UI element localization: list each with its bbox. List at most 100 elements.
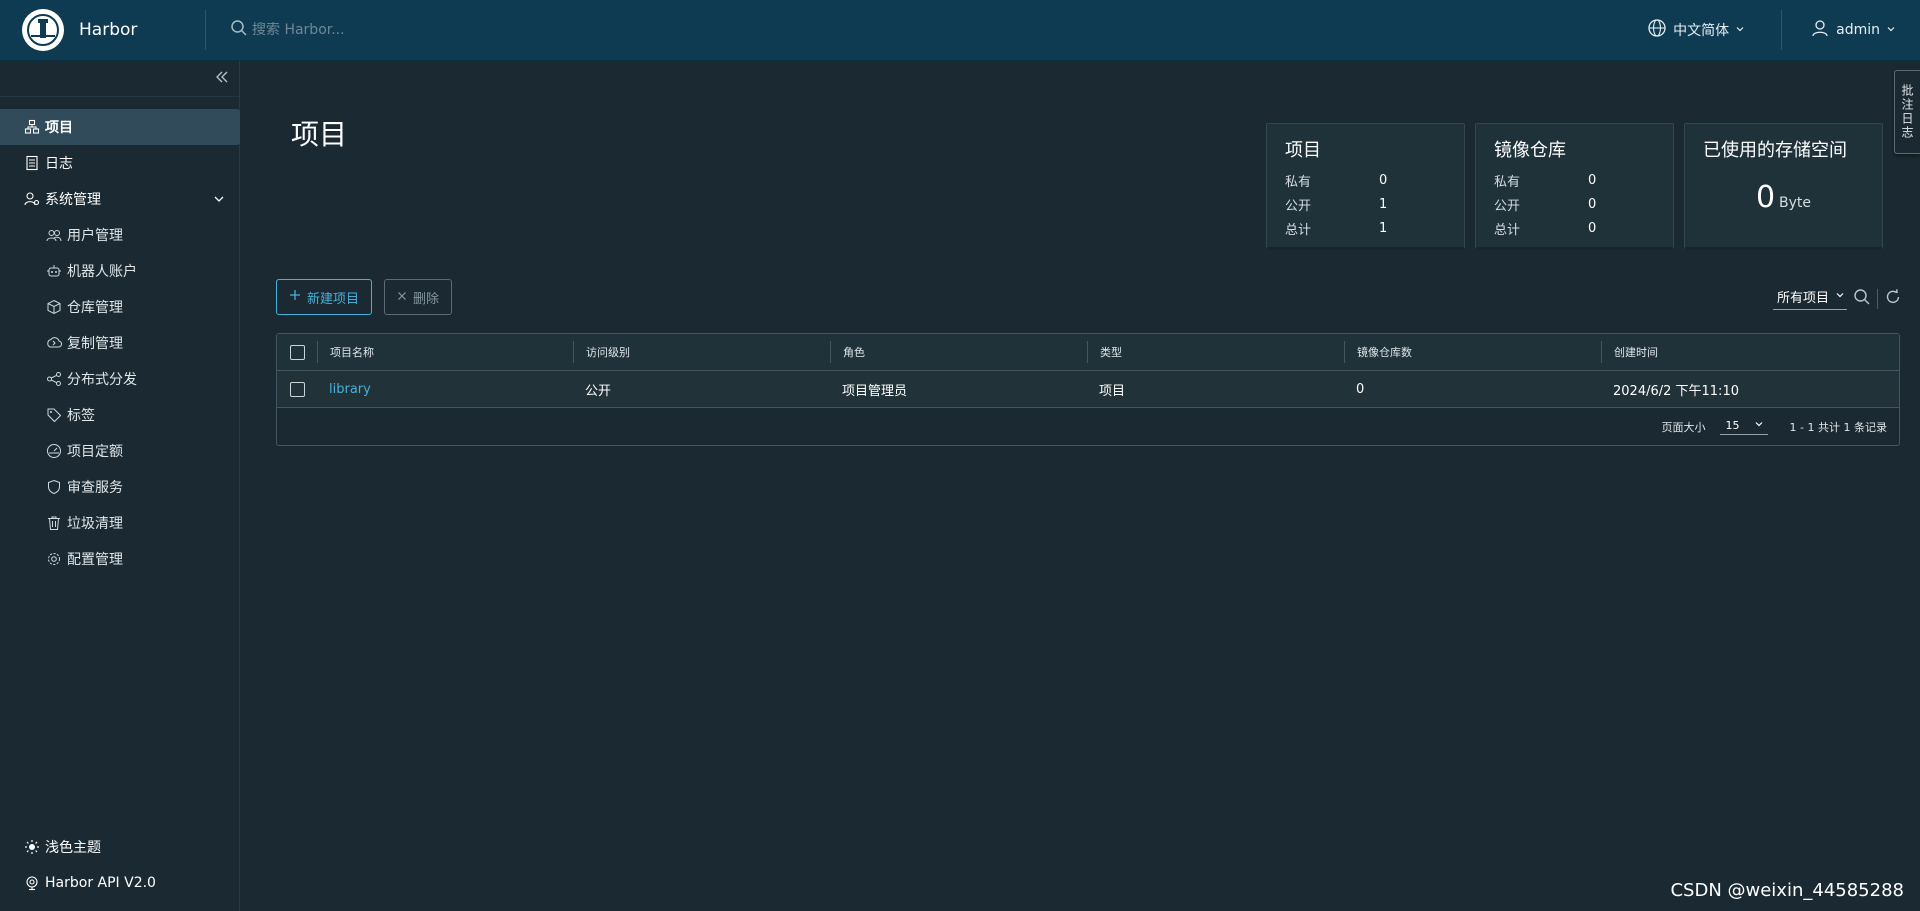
select-all-checkbox[interactable] [289,344,305,360]
chevron-down-icon [1886,22,1896,38]
sidebar-bottom: 浅色主题 Harbor API V2.0 [0,829,240,901]
sidebar-item-projects[interactable]: 项目 [0,109,240,145]
quota-icon [46,443,62,459]
sun-icon [24,839,40,855]
sidebar-item-quotas[interactable]: 项目定额 [0,433,239,469]
row-checkbox[interactable] [289,381,305,397]
brand[interactable]: Harbor [0,9,205,51]
sidebar-item-label: 项目定额 [67,444,123,460]
row-select-cell [277,371,317,407]
sidebar-item-label: 垃圾清理 [67,516,123,532]
search-icon[interactable] [1853,288,1871,310]
card-row: 私有 0 [1285,168,1446,192]
project-name-link[interactable]: library [317,371,573,407]
card-row: 公开 1 [1285,192,1446,216]
sidebar-item-label: 项目 [45,120,73,136]
column-header-name[interactable]: 项目名称 [317,341,573,363]
column-header-repo-count[interactable]: 镜像仓库数 [1344,341,1601,363]
globe-icon [1647,18,1667,42]
column-header-access[interactable]: 访问级别 [573,341,830,363]
sidebar-item-distributions[interactable]: 分布式分发 [0,361,239,397]
admin-icon [24,191,40,207]
table-row: library 公开 项目管理员 项目 0 2024/6/2 下午11:10 [277,371,1899,408]
sidebar-item-registries[interactable]: 仓库管理 [0,289,239,325]
main-content: 项目 项目 私有 0 公开 1 总计 1 镜像仓库 私有 0 公开 0 总计 0 已使用的存… [240,61,1920,911]
sidebar-item-config[interactable]: 配置管理 [0,541,239,577]
collapse-sidebar-button[interactable] [0,61,239,97]
sidebar: 项目 日志 系统管理 用户管理 机器人账户 仓库管理 复制管理 分布式分发 标签… [0,61,240,911]
top-header: Harbor 中文简体 ad [0,0,1920,61]
chevron-down-icon [1835,289,1845,304]
search-input[interactable] [252,22,552,38]
close-icon [397,290,407,305]
sidebar-item-labels[interactable]: 标签 [0,397,239,433]
sidebar-item-label: 系统管理 [45,192,101,208]
side-float-tab[interactable]: 批注日志 [1894,70,1920,154]
sidebar-item-admin[interactable]: 系统管理 [0,181,239,217]
column-header-created[interactable]: 创建时间 [1601,341,1899,363]
page-size-control: 页面大小 15 [1662,419,1790,435]
table-header: 项目名称 访问级别 角色 类型 镜像仓库数 创建时间 [277,334,1899,371]
sidebar-item-label: 分布式分发 [67,372,137,388]
gear-icon [46,551,62,567]
card-row: 总计 1 [1285,216,1446,240]
language-label: 中文简体 [1673,23,1730,39]
card-row-value: 0 [1588,172,1597,188]
header-divider [205,10,206,50]
card-row-label: 私有 [1285,174,1312,190]
button-label: 新建项目 [307,291,360,307]
table-footer: 页面大小 15 1 - 1 共计 1 条记录 [277,408,1899,445]
refresh-icon[interactable] [1884,288,1902,310]
language-selector[interactable]: 中文简体 [1647,18,1745,42]
delete-button[interactable]: 删除 [384,279,453,315]
harbor-logo-icon [22,9,64,51]
column-header-type[interactable]: 类型 [1087,341,1344,363]
project-filter-select[interactable]: 所有项目 [1772,287,1847,310]
card-row-value: 1 [1379,220,1388,236]
api-link[interactable]: Harbor API V2.0 [0,865,240,901]
user-menu[interactable]: admin [1810,18,1896,42]
robot-icon [46,263,62,279]
card-row: 私有 0 [1494,168,1655,192]
page-size-label: 页面大小 [1661,420,1706,434]
replication-icon [46,335,62,351]
projects-table: 项目名称 访问级别 角色 类型 镜像仓库数 创建时间 library 公开 项目… [276,333,1900,446]
storage-summary-card: 已使用的存储空间 0 Byte [1684,123,1883,250]
watermark: CSDN @weixin_44585288 [1670,880,1904,901]
shield-icon [46,479,62,495]
new-project-button[interactable]: 新建项目 [276,279,373,315]
global-search[interactable] [230,19,730,41]
api-icon [24,875,40,891]
sidebar-item-label: 仓库管理 [67,300,123,316]
card-row: 公开 0 [1494,192,1655,216]
search-icon [230,19,248,41]
storage-unit: Byte [1779,195,1812,211]
projects-icon [24,119,40,135]
page-size-select[interactable]: 15 [1719,418,1768,435]
sidebar-item-interrogation[interactable]: 审查服务 [0,469,239,505]
sidebar-item-label: 标签 [67,408,95,424]
distribution-icon [46,371,62,387]
filter-selected: 所有项目 [1776,291,1829,306]
registry-icon [46,299,62,315]
double-chevron-left-icon [215,69,229,88]
sidebar-item-robots[interactable]: 机器人账户 [0,253,239,289]
sidebar-item-users[interactable]: 用户管理 [0,217,239,253]
sidebar-item-logs[interactable]: 日志 [0,145,239,181]
header-right: 中文简体 admin [1647,0,1920,61]
storage-value: 0 Byte [1703,180,1864,215]
chevron-down-icon [213,193,225,205]
card-row-label: 公开 [1285,198,1312,214]
trash-icon [46,515,62,531]
projects-summary-card: 项目 私有 0 公开 1 总计 1 [1266,123,1465,250]
page-size-value: 15 [1725,418,1740,432]
project-role: 项目管理员 [842,383,908,399]
sidebar-item-gc[interactable]: 垃圾清理 [0,505,239,541]
summary-cards: 项目 私有 0 公开 1 总计 1 镜像仓库 私有 0 公开 0 总计 0 已使用的存储空间… [1266,123,1883,250]
light-theme-toggle[interactable]: 浅色主题 [0,829,240,865]
sidebar-item-replications[interactable]: 复制管理 [0,325,239,361]
project-type: 项目 [1099,383,1126,399]
column-header-role[interactable]: 角色 [830,341,1087,363]
card-title: 已使用的存储空间 [1703,140,1847,161]
sidebar-item-label: 配置管理 [67,552,123,568]
